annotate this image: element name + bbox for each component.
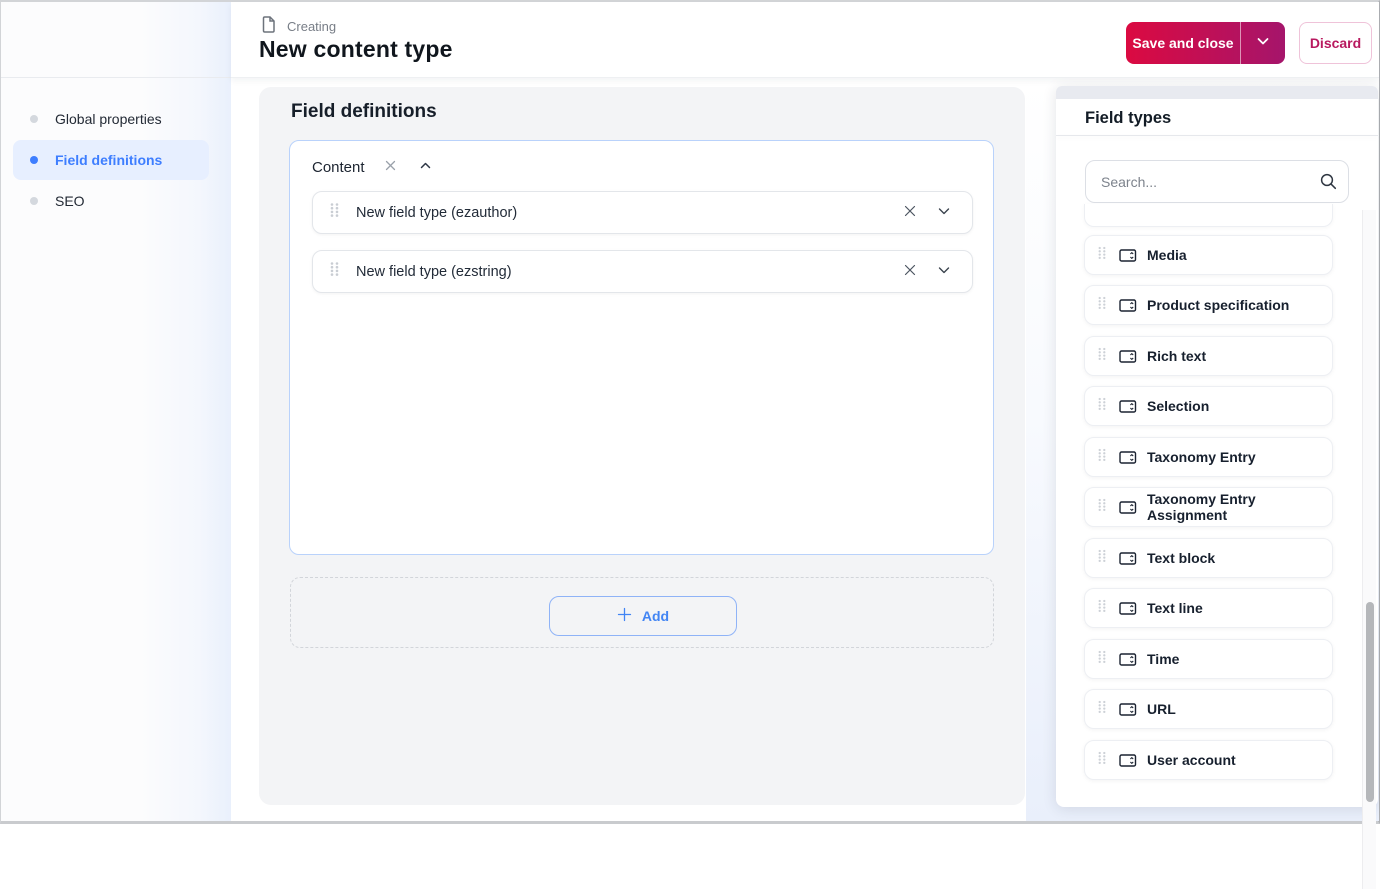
field-type-icon <box>1119 248 1137 263</box>
field-type-icon <box>1119 702 1137 717</box>
field-type-item-partial[interactable] <box>1084 204 1333 227</box>
field-type-item[interactable]: Time <box>1084 639 1333 679</box>
field-type-label: Taxonomy Entry <box>1147 449 1256 465</box>
chevron-up-icon <box>418 158 433 176</box>
field-types-title: Field types <box>1085 109 1172 127</box>
plus-icon <box>617 607 632 625</box>
expand-field-button[interactable] <box>934 260 954 283</box>
remove-field-button[interactable] <box>900 260 920 283</box>
panel-header-divider <box>1056 135 1378 136</box>
field-definition-row[interactable]: New field type (ezauthor) <box>312 191 973 234</box>
page-title: New content type <box>259 36 453 62</box>
save-options-button[interactable] <box>1241 22 1285 64</box>
panel-scrollbar-thumb[interactable] <box>1366 602 1374 802</box>
field-definition-label: New field type (ezauthor) <box>356 204 518 221</box>
drag-handle-icon[interactable] <box>1097 751 1107 770</box>
sidebar-item-label: Global properties <box>55 111 162 127</box>
field-type-icon <box>1119 753 1137 768</box>
field-types-panel: Field types Media Product specification … <box>1056 86 1378 889</box>
field-group-header: Content <box>312 155 435 179</box>
field-type-label: Selection <box>1147 398 1210 414</box>
expand-field-button[interactable] <box>934 201 954 224</box>
drag-handle-icon[interactable] <box>329 261 340 282</box>
field-type-item[interactable]: Text line <box>1084 588 1333 628</box>
sidebar-item-seo[interactable]: SEO <box>13 181 209 221</box>
drag-handle-icon[interactable] <box>329 202 340 223</box>
field-type-icon <box>1119 551 1137 566</box>
panel-top-strip <box>1056 86 1378 99</box>
chevron-down-icon <box>1255 33 1271 54</box>
drag-handle-icon[interactable] <box>1097 296 1107 315</box>
field-type-item[interactable]: User account <box>1084 740 1333 780</box>
field-type-label: Time <box>1147 651 1180 667</box>
field-group-name: Content <box>312 158 365 176</box>
sidebar-item-field-definitions[interactable]: Field definitions <box>13 140 209 180</box>
field-definitions-section: Field definitions Content New field type… <box>259 87 1025 805</box>
sidebar-divider <box>1 77 231 78</box>
field-types-search-input[interactable] <box>1085 160 1349 203</box>
field-type-icon <box>1119 298 1137 313</box>
drag-handle-icon[interactable] <box>1097 246 1107 265</box>
field-definition-row[interactable]: New field type (ezstring) <box>312 250 973 293</box>
chevron-down-icon <box>936 262 952 281</box>
field-type-icon <box>1119 349 1137 364</box>
drag-handle-icon[interactable] <box>1097 700 1107 719</box>
drag-handle-icon[interactable] <box>1097 397 1107 416</box>
field-type-item[interactable]: Selection <box>1084 386 1333 426</box>
field-type-item[interactable]: Taxonomy Entry Assignment <box>1084 487 1333 527</box>
field-type-icon <box>1119 652 1137 667</box>
collapse-group-button[interactable] <box>416 156 435 178</box>
field-type-item[interactable]: Media <box>1084 235 1333 275</box>
field-type-item[interactable]: Text block <box>1084 538 1333 578</box>
drag-handle-icon[interactable] <box>1097 347 1107 366</box>
section-title: Field definitions <box>291 101 437 122</box>
field-type-item[interactable]: Taxonomy Entry <box>1084 437 1333 477</box>
close-icon <box>902 262 918 281</box>
sidebar-item-label: Field definitions <box>55 152 163 168</box>
field-type-item[interactable]: URL <box>1084 689 1333 729</box>
sidebar-item-global-properties[interactable]: Global properties <box>13 99 209 139</box>
field-type-label: URL <box>1147 701 1176 717</box>
anchor-sidebar: Global properties Field definitions SEO <box>1 2 231 821</box>
add-button-label: Add <box>641 608 670 624</box>
panel-scrollbar-track[interactable] <box>1362 210 1376 889</box>
field-type-item[interactable]: Rich text <box>1084 336 1333 376</box>
drag-handle-icon[interactable] <box>1097 448 1107 467</box>
field-type-label: Product specification <box>1147 297 1290 313</box>
field-type-icon <box>1119 500 1137 515</box>
close-icon <box>902 203 918 222</box>
bullet-icon <box>30 115 38 123</box>
field-type-icon <box>1119 601 1137 616</box>
save-and-close-button[interactable]: Save and close <box>1126 22 1240 64</box>
add-field-group-button[interactable]: Add <box>549 596 737 636</box>
bullet-icon <box>30 156 38 164</box>
field-definition-label: New field type (ezstring) <box>356 263 512 280</box>
field-type-icon <box>1119 399 1137 414</box>
add-group-dropzone: Add <box>290 577 994 648</box>
field-type-label: Taxonomy Entry Assignment <box>1147 491 1256 523</box>
drag-handle-icon[interactable] <box>1097 650 1107 669</box>
remove-field-button[interactable] <box>900 201 920 224</box>
drag-handle-icon[interactable] <box>1097 549 1107 568</box>
discard-button[interactable]: Discard <box>1299 22 1372 64</box>
close-icon <box>383 158 398 176</box>
drag-handle-icon[interactable] <box>1097 599 1107 618</box>
field-type-item[interactable]: Product specification <box>1084 285 1333 325</box>
field-type-label: Text block <box>1147 550 1216 566</box>
bullet-icon <box>30 197 38 205</box>
field-type-label: User account <box>1147 752 1236 768</box>
chevron-down-icon <box>936 203 952 222</box>
field-group-content: Content New field type (ezauthor) New fi… <box>289 140 994 555</box>
drag-handle-icon[interactable] <box>1097 498 1107 517</box>
field-type-label: Media <box>1147 247 1187 263</box>
edit-mode-label: Creating <box>287 19 337 34</box>
remove-group-button[interactable] <box>381 156 400 178</box>
field-type-label: Text line <box>1147 600 1203 616</box>
save-split-button: Save and close <box>1126 22 1285 64</box>
sidebar-item-label: SEO <box>55 193 85 209</box>
content-type-editor-window: Global properties Field definitions SEO … <box>0 0 1380 889</box>
page-header: Creating New content type Save and close… <box>231 2 1379 78</box>
field-type-label: Rich text <box>1147 348 1207 364</box>
field-type-icon <box>1119 450 1137 465</box>
